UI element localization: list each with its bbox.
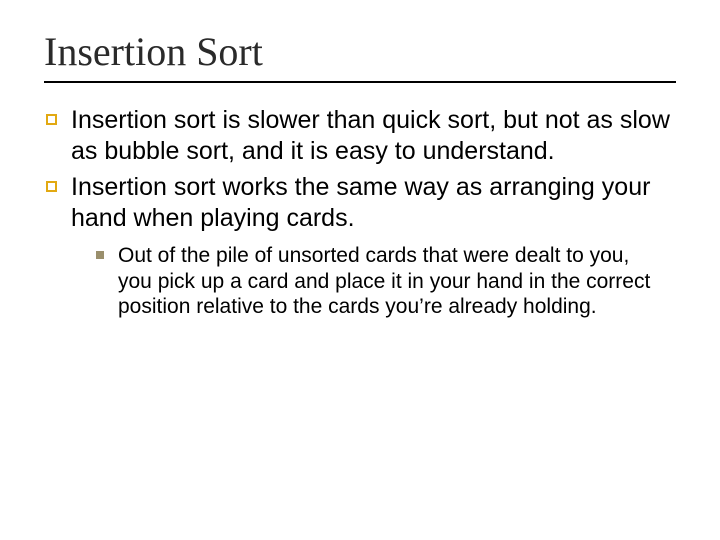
bullet-text: Insertion sort works the same way as arr… (71, 172, 670, 233)
subbullet-text: Out of the pile of unsorted cards that w… (118, 243, 664, 320)
bullet-list-level1: Insertion sort is slower than quick sort… (44, 105, 676, 233)
bullet-text: Insertion sort is slower than quick sort… (71, 105, 670, 166)
slide: Insertion Sort Insertion sort is slower … (0, 0, 720, 540)
square-outline-bullet-icon (46, 114, 57, 125)
list-item: Insertion sort is slower than quick sort… (46, 105, 670, 166)
bullet-list-level2: Out of the pile of unsorted cards that w… (44, 243, 676, 320)
square-filled-bullet-icon (96, 251, 104, 259)
list-item: Out of the pile of unsorted cards that w… (96, 243, 664, 320)
list-item: Insertion sort works the same way as arr… (46, 172, 670, 233)
title-underline (44, 81, 676, 83)
slide-title: Insertion Sort (44, 28, 676, 75)
square-outline-bullet-icon (46, 181, 57, 192)
